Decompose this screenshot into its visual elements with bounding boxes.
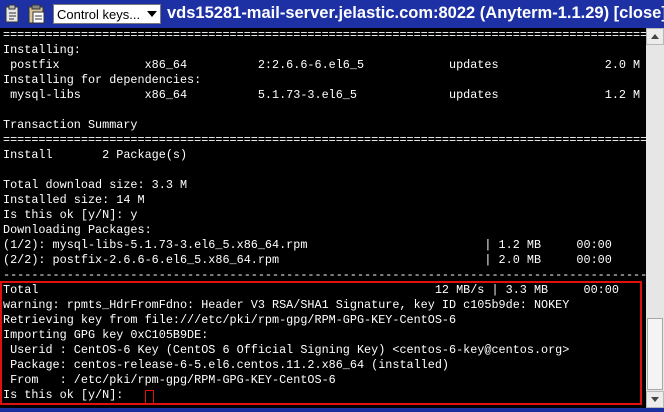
terminal-line: ========================================… <box>3 133 646 147</box>
terminal-line: Total 12 MB/s | 3.3 MB 00:00 <box>3 283 619 297</box>
clipboard-icon[interactable] <box>28 4 46 24</box>
terminal-line: From : /etc/pki/rpm-gpg/RPM-GPG-KEY-Cent… <box>3 373 336 387</box>
terminal-line: (2/2): postfix-2.6.6-6.el6_5.x86_64.rpm … <box>3 253 612 267</box>
vertical-scrollbar[interactable] <box>646 28 664 408</box>
terminal-line: warning: rpmts_HdrFromFdno: Header V3 RS… <box>3 298 570 312</box>
terminal-line: ========================================… <box>3 28 646 42</box>
terminal-line: postfix x86_64 2:2.6.6-6.el6_5 updates 2… <box>3 58 641 72</box>
terminal-line: Is this ok [y/N]: <box>3 388 131 402</box>
terminal-line: Package: centos-release-6-5.el6.centos.1… <box>3 358 449 372</box>
terminal-line: Installed size: 14 M <box>3 193 145 207</box>
terminal-output[interactable]: Is this ok [y/N]: From : /etc/pki/rpm-gp… <box>0 28 646 408</box>
control-keys-select[interactable]: Control keys... <box>53 4 161 24</box>
chevron-down-icon[interactable] <box>144 5 160 23</box>
terminal-line: Userid : CentOS-6 Key (CentOS 6 Official… <box>3 343 570 357</box>
window-title: vds15281-mail-server.jelastic.com:8022 (… <box>167 4 664 22</box>
terminal-line: Total download size: 3.3 M <box>3 178 188 192</box>
terminal-line: Installing for dependencies: <box>3 73 202 87</box>
terminal-line: Retrieving key from file:///etc/pki/rpm-… <box>3 313 457 327</box>
terminal-line: ----------------------------------------… <box>3 268 646 282</box>
terminal-line: Downloading Packages: <box>3 223 152 237</box>
terminal-line: (1/2): mysql-libs-5.1.73-3.el6_5.x86_64.… <box>3 238 612 252</box>
terminal-line: Install 2 Package(s) <box>3 148 188 162</box>
terminal-line: Is this ok [y/N]: y <box>3 208 138 222</box>
terminal-line: Transaction Summary <box>3 118 138 132</box>
terminal-line: Importing GPG key 0xC105B9DE: <box>3 328 209 342</box>
chevron-up-icon <box>651 34 659 39</box>
title-bar: Control keys... vds15281-mail-server.jel… <box>0 0 664 28</box>
scroll-up-button[interactable] <box>646 28 664 45</box>
chevron-down-icon <box>651 397 659 402</box>
control-keys-selected: Control keys... <box>57 7 141 22</box>
terminal-line: mysql-libs x86_64 5.1.73-3.el6_5 updates… <box>3 88 641 102</box>
scroll-thumb[interactable] <box>647 318 663 390</box>
terminal-line: Installing: <box>3 43 81 57</box>
scroll-down-button[interactable] <box>646 391 664 408</box>
paste-icon[interactable] <box>4 4 22 24</box>
terminal-cursor <box>145 390 154 404</box>
